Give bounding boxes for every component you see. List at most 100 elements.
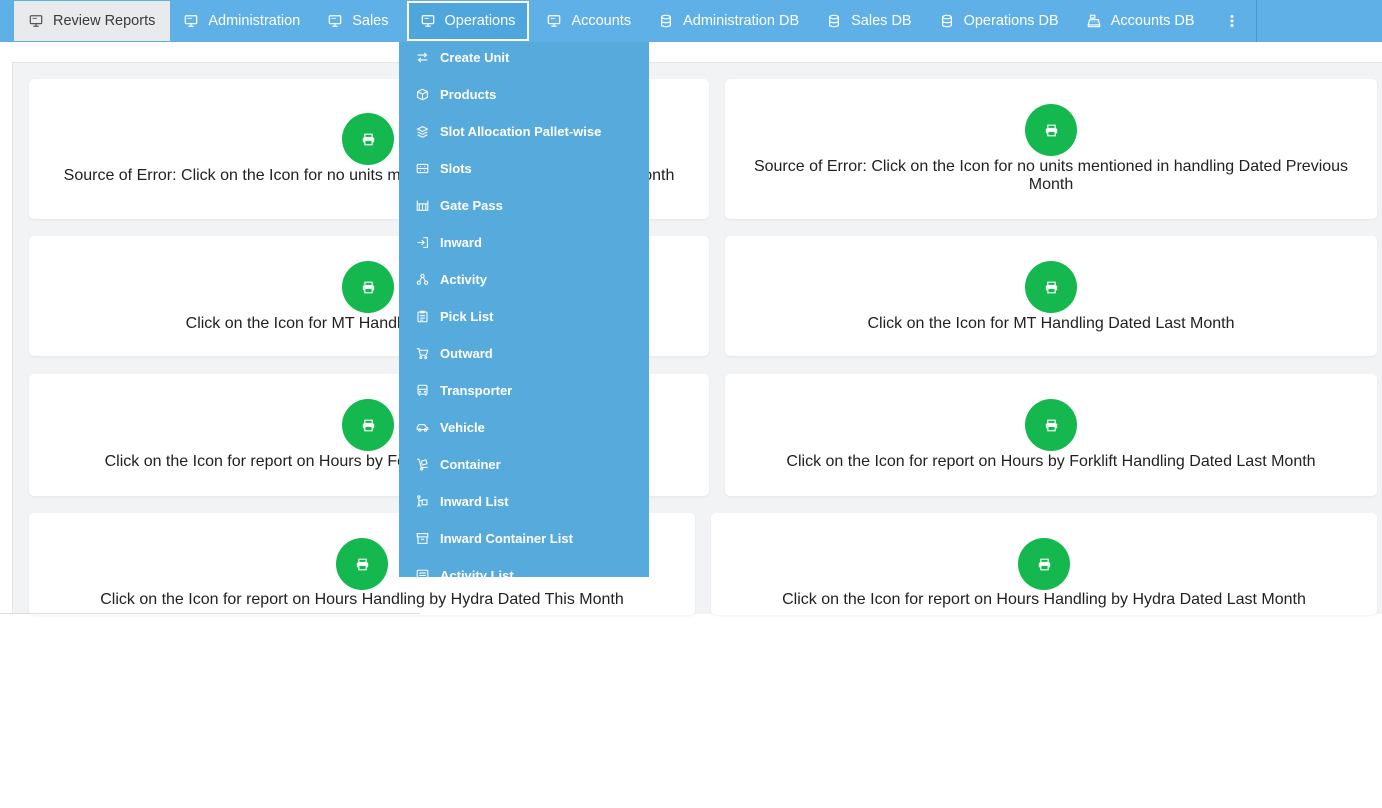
print-report-button[interactable] bbox=[342, 399, 394, 451]
menu-item-vehicle[interactable]: Vehicle bbox=[399, 409, 649, 446]
card-description: Source of Error: Click on the Icon for n… bbox=[753, 158, 1349, 193]
divider bbox=[0, 613, 420, 614]
report-card: Source of Error: Click on the Icon for n… bbox=[725, 79, 1377, 219]
bus-icon bbox=[416, 384, 429, 397]
nav-tab-sales[interactable]: Sales bbox=[314, 1, 402, 41]
gate-icon bbox=[416, 199, 429, 212]
menu-item-slots[interactable]: Slots bbox=[399, 150, 649, 187]
menu-item-label: Slots bbox=[440, 161, 472, 176]
nav-tab-accounts-db[interactable]: Accounts DB bbox=[1073, 1, 1209, 41]
menu-item-label: Slot Allocation Pallet-wise bbox=[440, 124, 602, 139]
menu-item-label: Create Unit bbox=[440, 50, 510, 65]
box-icon bbox=[416, 88, 429, 101]
menu-item-label: Activity bbox=[440, 272, 487, 287]
report-card: Click on the Icon for report on Hours Ha… bbox=[711, 513, 1377, 615]
archive-icon bbox=[416, 532, 429, 545]
list-icon bbox=[416, 569, 429, 577]
menu-item-inward-container-list[interactable]: Inward Container List bbox=[399, 520, 649, 557]
menu-item-slot-allocation[interactable]: Slot Allocation Pallet-wise bbox=[399, 113, 649, 150]
top-navigation-bar: Review Reports Administration Sales Oper… bbox=[0, 0, 1382, 42]
menu-item-label: Inward List bbox=[440, 494, 509, 509]
monitor-icon bbox=[547, 14, 561, 28]
menu-item-label: Inward Container List bbox=[440, 531, 573, 546]
nav-tab-label: Accounts bbox=[571, 13, 632, 29]
nav-tab-administration[interactable]: Administration bbox=[170, 1, 314, 41]
nav-tab-sales-db[interactable]: Sales DB bbox=[813, 1, 925, 41]
print-report-button[interactable] bbox=[1025, 104, 1077, 156]
print-report-button[interactable] bbox=[1025, 261, 1077, 313]
menu-item-label: Inward bbox=[440, 235, 482, 250]
car-icon bbox=[416, 421, 429, 434]
menu-item-label: Activity List bbox=[440, 568, 514, 577]
print-icon bbox=[356, 558, 368, 570]
monitor-icon bbox=[29, 14, 43, 28]
menu-item-products[interactable]: Products bbox=[399, 76, 649, 113]
nav-tab-label: Accounts DB bbox=[1110, 13, 1195, 29]
print-icon bbox=[362, 419, 374, 431]
database-icon bbox=[827, 14, 841, 28]
card-description: Click on the Icon for report on Hours Ha… bbox=[100, 591, 624, 608]
dolly-icon bbox=[416, 458, 429, 471]
print-icon bbox=[1045, 124, 1057, 136]
nav-tab-label: Administration bbox=[208, 13, 301, 29]
clipboard-list-icon bbox=[416, 310, 429, 323]
monitor-icon bbox=[328, 14, 342, 28]
print-report-button[interactable] bbox=[336, 538, 388, 590]
menu-item-label: Transporter bbox=[440, 383, 513, 398]
monitor-icon bbox=[184, 14, 198, 28]
nav-tab-label: Operations bbox=[444, 13, 516, 29]
sign-in-icon bbox=[416, 236, 429, 249]
menu-item-inward[interactable]: Inward bbox=[399, 224, 649, 261]
print-icon bbox=[1045, 419, 1057, 431]
menu-item-outward[interactable]: Outward bbox=[399, 335, 649, 372]
nav-tab-label: Administration DB bbox=[683, 13, 800, 29]
menu-item-activity-list[interactable]: Activity List bbox=[399, 557, 649, 577]
menu-item-create-unit[interactable]: Create Unit bbox=[399, 42, 649, 76]
card-description: Click on the Icon for report on Hours by… bbox=[786, 453, 1316, 470]
network-icon bbox=[416, 273, 429, 286]
print-report-button[interactable] bbox=[342, 113, 394, 165]
report-cards-area: Source of Error: Click on the Icon for n… bbox=[12, 62, 1382, 615]
menu-item-gate-pass[interactable]: Gate Pass bbox=[399, 187, 649, 224]
menu-item-label: Products bbox=[440, 87, 497, 102]
menu-item-pick-list[interactable]: Pick List bbox=[399, 298, 649, 335]
nav-tab-label: Review Reports bbox=[53, 13, 156, 29]
print-icon bbox=[1038, 558, 1050, 570]
print-report-button[interactable] bbox=[342, 261, 394, 313]
menu-item-inward-list[interactable]: Inward List bbox=[399, 483, 649, 520]
menu-item-transporter[interactable]: Transporter bbox=[399, 372, 649, 409]
menu-item-label: Gate Pass bbox=[440, 198, 503, 213]
menu-item-container[interactable]: Container bbox=[399, 446, 649, 483]
people-carry-icon bbox=[416, 495, 429, 508]
report-card: Click on the Icon for MT Handling Dated … bbox=[725, 236, 1377, 356]
cart-icon bbox=[416, 347, 429, 360]
nav-tab-review-reports[interactable]: Review Reports bbox=[14, 1, 171, 41]
print-report-button[interactable] bbox=[1025, 399, 1077, 451]
operations-dropdown-menu: Create Unit Products Slot Allocation Pal… bbox=[399, 42, 649, 577]
kebab-menu-icon[interactable] bbox=[1209, 0, 1257, 42]
boxes-icon bbox=[416, 125, 429, 138]
menu-item-label: Pick List bbox=[440, 309, 494, 324]
print-report-button[interactable] bbox=[1018, 538, 1070, 590]
nav-tab-accounts[interactable]: Accounts bbox=[533, 1, 645, 41]
nav-tab-administration-db[interactable]: Administration DB bbox=[645, 1, 813, 41]
nav-tab-operations[interactable]: Operations bbox=[406, 1, 530, 41]
nav-left-edge bbox=[0, 0, 14, 42]
cash-register-icon bbox=[1087, 14, 1101, 28]
nav-tab-label: Operations DB bbox=[963, 13, 1059, 29]
print-icon bbox=[362, 281, 374, 293]
card-description: Click on the Icon for report on Hours Ha… bbox=[782, 591, 1306, 608]
menu-item-activity[interactable]: Activity bbox=[399, 261, 649, 298]
print-icon bbox=[1045, 281, 1057, 293]
exchange-arrows-icon bbox=[416, 51, 429, 64]
nav-tab-operations-db[interactable]: Operations DB bbox=[926, 1, 1073, 41]
nav-tab-label: Sales bbox=[352, 13, 389, 29]
monitor-icon bbox=[421, 14, 435, 28]
print-icon bbox=[362, 133, 374, 145]
database-icon bbox=[940, 14, 954, 28]
nav-tab-label: Sales DB bbox=[851, 13, 912, 29]
slots-icon bbox=[416, 162, 429, 175]
menu-item-label: Container bbox=[440, 457, 501, 472]
menu-item-label: Vehicle bbox=[440, 420, 485, 435]
card-description: Click on the Icon for MT Handling Dated … bbox=[867, 315, 1235, 332]
